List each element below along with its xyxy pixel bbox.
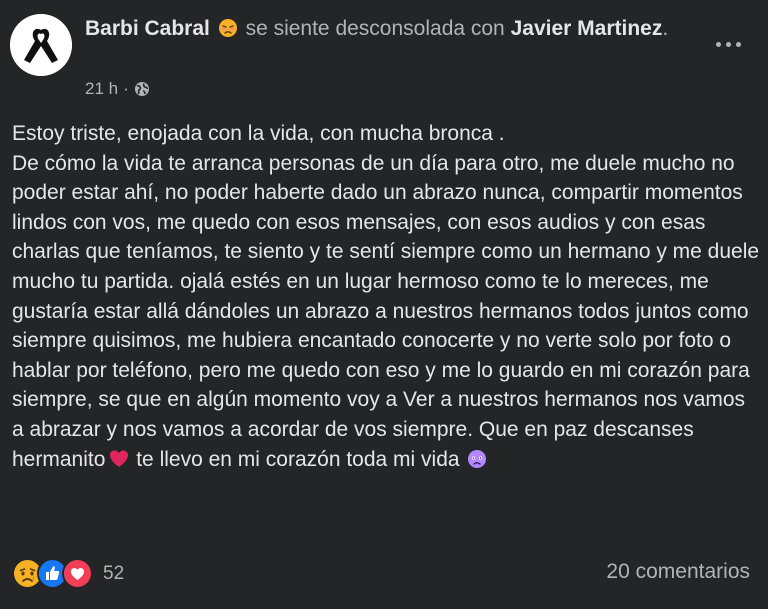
facebook-post: Barbi Cabral se siente desconsolada con …: [0, 0, 768, 609]
post-meta: 21 h ·: [85, 79, 150, 99]
mourning-ribbon-icon: [10, 14, 72, 76]
reaction-count: 52: [103, 562, 125, 584]
post-body: Estoy triste, enojada con la vida, con m…: [12, 119, 760, 474]
post-text-end: te llevo en mi corazón toda mi vida: [130, 447, 466, 471]
reactions-summary[interactable]: 52: [12, 558, 124, 589]
comments-count-link[interactable]: 20 comentarios: [606, 560, 750, 584]
love-reaction-icon: [62, 558, 93, 589]
feeling-text: se siente desconsolada con: [245, 17, 505, 40]
more-options-button[interactable]: [708, 26, 748, 62]
dot: [735, 41, 741, 47]
post-text: Estoy triste, enojada con la vida, con m…: [12, 122, 760, 471]
tagged-person[interactable]: Javier Martinez: [511, 17, 663, 40]
header-period: .: [662, 17, 669, 40]
post-header: Barbi Cabral se siente desconsolada con …: [85, 14, 675, 43]
avatar[interactable]: [10, 14, 72, 76]
meta-separator: ·: [123, 79, 129, 98]
author-name[interactable]: Barbi Cabral: [85, 17, 210, 40]
sad-face-icon: [218, 17, 238, 37]
sad-face-icon: [467, 448, 487, 468]
timestamp[interactable]: 21 h: [85, 79, 118, 99]
dot: [725, 41, 731, 47]
globe-icon[interactable]: [134, 81, 150, 97]
red-heart-icon: [108, 448, 130, 470]
dot: [715, 41, 721, 47]
